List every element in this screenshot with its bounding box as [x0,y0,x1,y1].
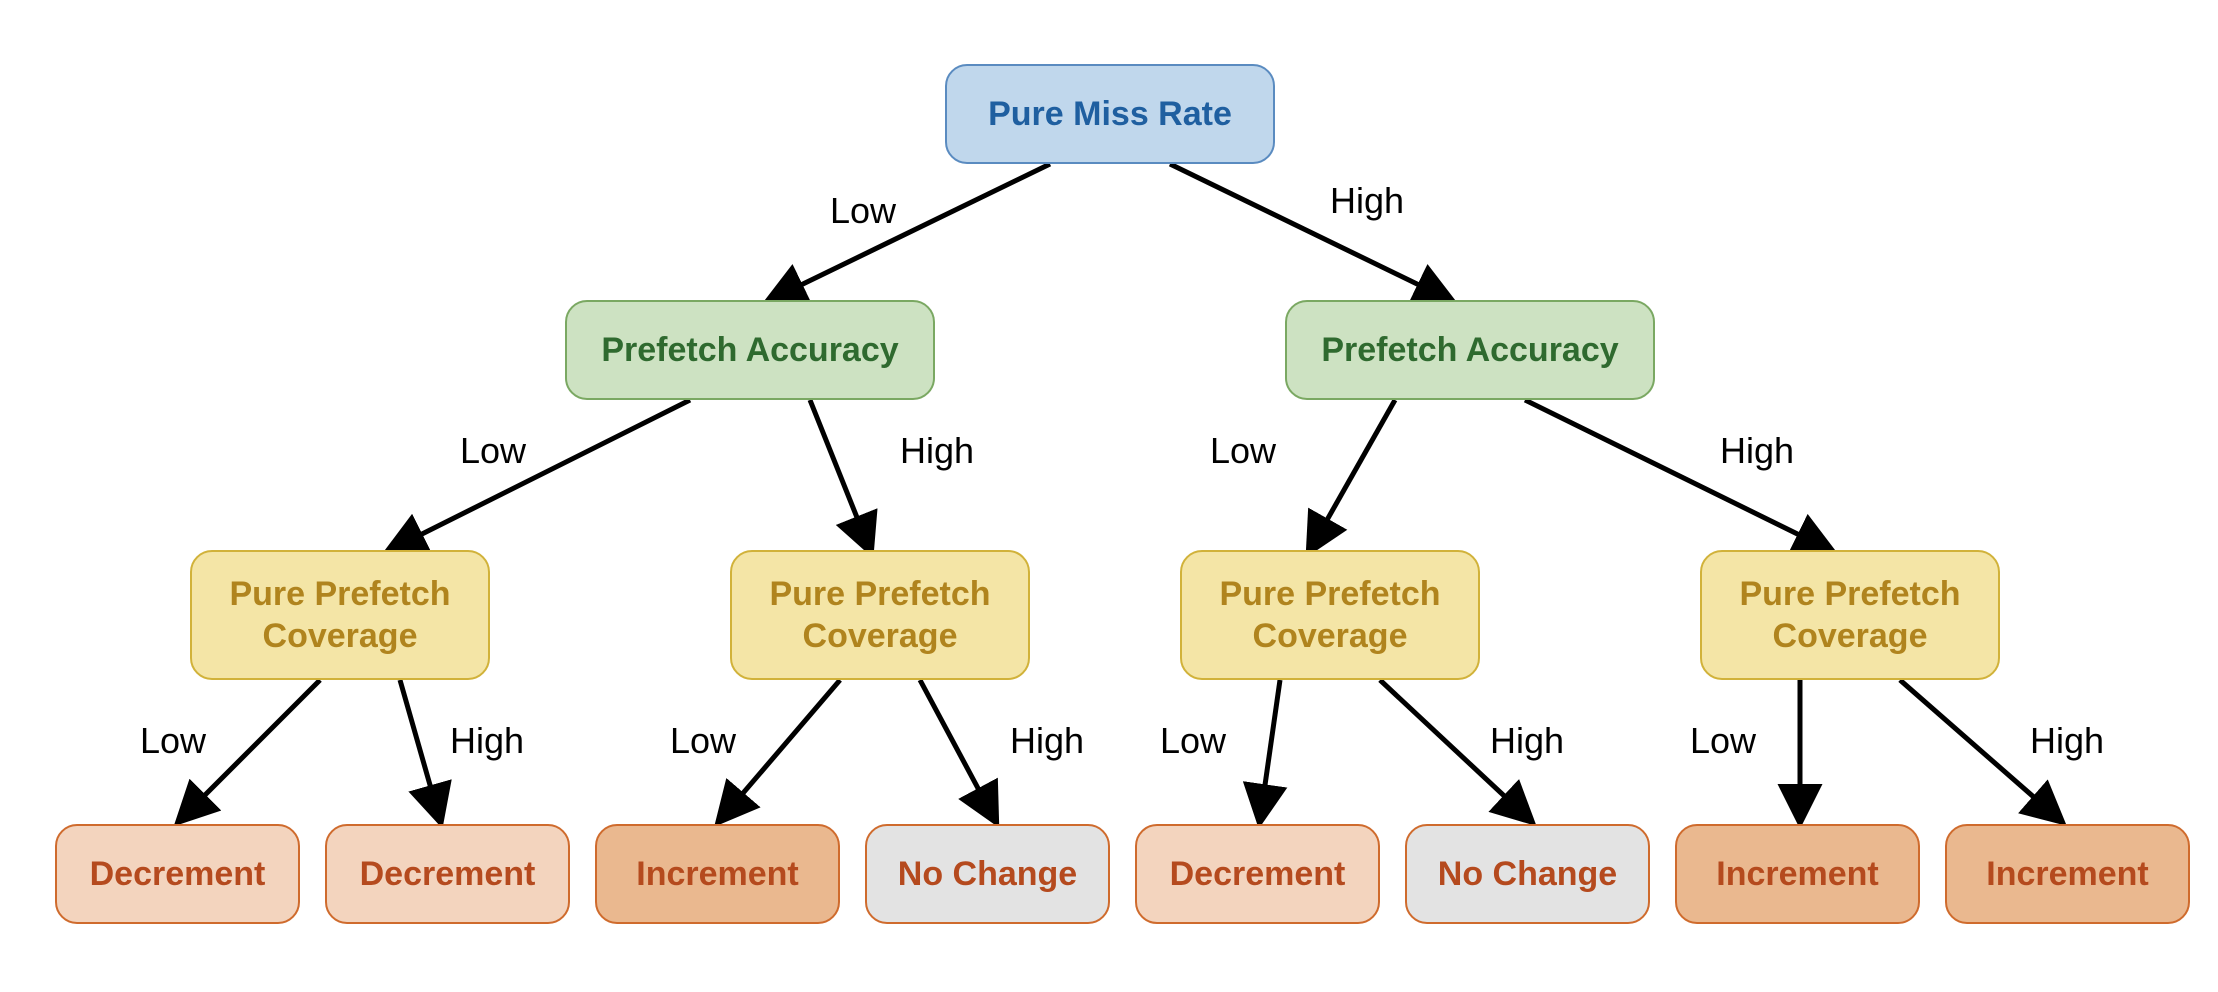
edge-label-acc-r-high: High [1720,430,1794,472]
edge-label-root-high: High [1330,180,1404,222]
leaf-1-decrement: Decrement [55,824,300,924]
edge-label-acc-l-high: High [900,430,974,472]
leaf-8-increment: Increment [1945,824,2190,924]
edge-label-cov-rr-high: High [2030,720,2104,762]
root-node-pure-miss-rate: Pure Miss Rate [945,64,1275,164]
node-coverage-rr: Pure Prefetch Coverage [1700,550,2000,680]
edge-label-cov-lr-low: Low [670,720,736,762]
edge-label-root-low: Low [830,190,896,232]
leaf-7-increment: Increment [1675,824,1920,924]
edge-label-cov-rl-low: Low [1160,720,1226,762]
edge-label-acc-l-low: Low [460,430,526,472]
edge-label-cov-lr-high: High [1010,720,1084,762]
leaf-3-increment: Increment [595,824,840,924]
edge-label-cov-rr-low: Low [1690,720,1756,762]
node-prefetch-accuracy-left: Prefetch Accuracy [565,300,935,400]
leaf-5-decrement: Decrement [1135,824,1380,924]
node-coverage-ll: Pure Prefetch Coverage [190,550,490,680]
leaf-4-nochange: No Change [865,824,1110,924]
edge-label-acc-r-low: Low [1210,430,1276,472]
edge-label-cov-ll-low: Low [140,720,206,762]
edge-label-cov-rl-high: High [1490,720,1564,762]
leaf-2-decrement: Decrement [325,824,570,924]
node-coverage-lr: Pure Prefetch Coverage [730,550,1030,680]
node-prefetch-accuracy-right: Prefetch Accuracy [1285,300,1655,400]
leaf-6-nochange: No Change [1405,824,1650,924]
node-coverage-rl: Pure Prefetch Coverage [1180,550,1480,680]
edge-label-cov-ll-high: High [450,720,524,762]
